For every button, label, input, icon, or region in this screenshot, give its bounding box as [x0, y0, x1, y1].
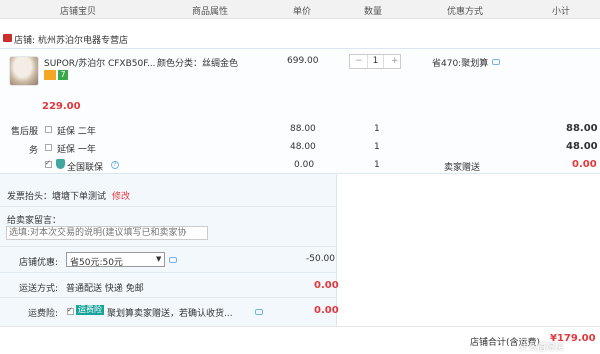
qty-minus-button[interactable]: −: [355, 56, 363, 66]
message-label: 给卖家留言：: [7, 216, 62, 226]
col-attr-header: 商品属性: [192, 7, 229, 17]
insurance-info-icon[interactable]: [255, 309, 263, 315]
col-promo-header: 优惠方式: [447, 7, 484, 17]
seven-day-return-badge: 7: [58, 70, 68, 80]
service-price-3: 0.00: [294, 160, 315, 170]
dropdown-arrow-icon: ▼: [156, 255, 162, 263]
service-checkbox-2[interactable]: [45, 144, 52, 151]
promo-info-icon[interactable]: [492, 59, 500, 65]
qty-input[interactable]: 1: [367, 55, 384, 68]
discount-value: -50.00: [306, 254, 336, 264]
product-final-price: 229.00: [42, 101, 81, 112]
promo-text: 省470:聚划算: [432, 59, 489, 69]
services-label-bottom: 务: [29, 146, 39, 156]
shop-icon: [3, 34, 12, 42]
service-subtotal-2: 48.00: [566, 141, 598, 152]
divider: [0, 246, 337, 247]
service-checkbox-3[interactable]: [45, 159, 52, 168]
discount-selected: 省50元:50元: [70, 258, 123, 268]
invoice-value: 塘塘下单测试: [52, 192, 107, 202]
divider: [0, 272, 337, 273]
warranty-shield-icon: [56, 159, 65, 169]
discount-select[interactable]: 省50元:50元 ▼: [66, 252, 165, 268]
service-qty-3: 1: [374, 160, 380, 170]
service-name-1: 延保 二年: [57, 127, 96, 137]
product-title-link[interactable]: SUPOR/苏泊尔 CFXB50F...: [44, 56, 156, 69]
shipping-cost: 0.00: [314, 280, 339, 291]
service-name-2: 延保 一年: [57, 145, 96, 155]
service-qty-1: 1: [374, 124, 380, 134]
discount-label: 店铺优惠:: [19, 258, 59, 268]
invoice-label: 发票抬头：: [7, 192, 53, 202]
col-subtotal-header: 小计: [552, 7, 571, 17]
product-thumbnail[interactable]: [9, 56, 39, 86]
service-promo-3: 卖家赠送: [444, 163, 481, 173]
service-checkbox-1[interactable]: [45, 126, 52, 133]
divider: [0, 326, 600, 327]
service-price-1: 88.00: [290, 124, 316, 134]
divider: [0, 297, 337, 298]
service-name-3: 全国联保: [67, 163, 104, 173]
insurance-text: 聚划算卖家赠送，若确认收货...: [107, 309, 233, 319]
invoice-edit-link[interactable]: 修改: [112, 189, 130, 202]
service-subtotal-3: 0.00: [572, 159, 597, 170]
services-label-top: 售后服: [11, 127, 39, 137]
insurance-label: 运费险:: [28, 309, 59, 319]
help-icon[interactable]: ?: [111, 161, 119, 169]
service-subtotal-1: 88.00: [566, 123, 598, 134]
product-price: 699.00: [287, 56, 319, 66]
insurance-checkbox[interactable]: [67, 306, 74, 315]
service-price-2: 48.00: [290, 142, 316, 152]
col-qty-header: 数量: [364, 7, 383, 17]
divider: [0, 206, 337, 207]
shipping-value: 普通配送 快递 免邮: [66, 284, 144, 294]
service-qty-2: 1: [374, 142, 380, 152]
col-price-header: 单价: [293, 7, 312, 17]
shop-label: 店铺:: [14, 36, 36, 46]
shop-name-link[interactable]: 杭州苏泊尔电器专营店: [38, 33, 128, 46]
qty-plus-button[interactable]: +: [391, 56, 399, 66]
discount-info-icon[interactable]: [169, 257, 177, 263]
seller-message-input[interactable]: [6, 226, 208, 240]
insurance-cost: 0.00: [314, 305, 339, 316]
product-attr: 颜色分类：丝绸金色: [157, 59, 239, 69]
watermark: 什么值得买: [519, 343, 565, 353]
col-item-header: 店铺宝贝: [60, 7, 97, 17]
insurance-tag: 运费险: [76, 305, 104, 315]
quantity-stepper[interactable]: − 1 +: [349, 54, 401, 69]
table-header: 店铺宝贝 商品属性 单价 数量 优惠方式 小计: [0, 0, 600, 19]
credit-card-icon: [44, 70, 56, 80]
shop-row: 店铺: 杭州苏泊尔电器专营店: [0, 28, 600, 48]
shipping-label: 运送方式:: [19, 284, 59, 294]
